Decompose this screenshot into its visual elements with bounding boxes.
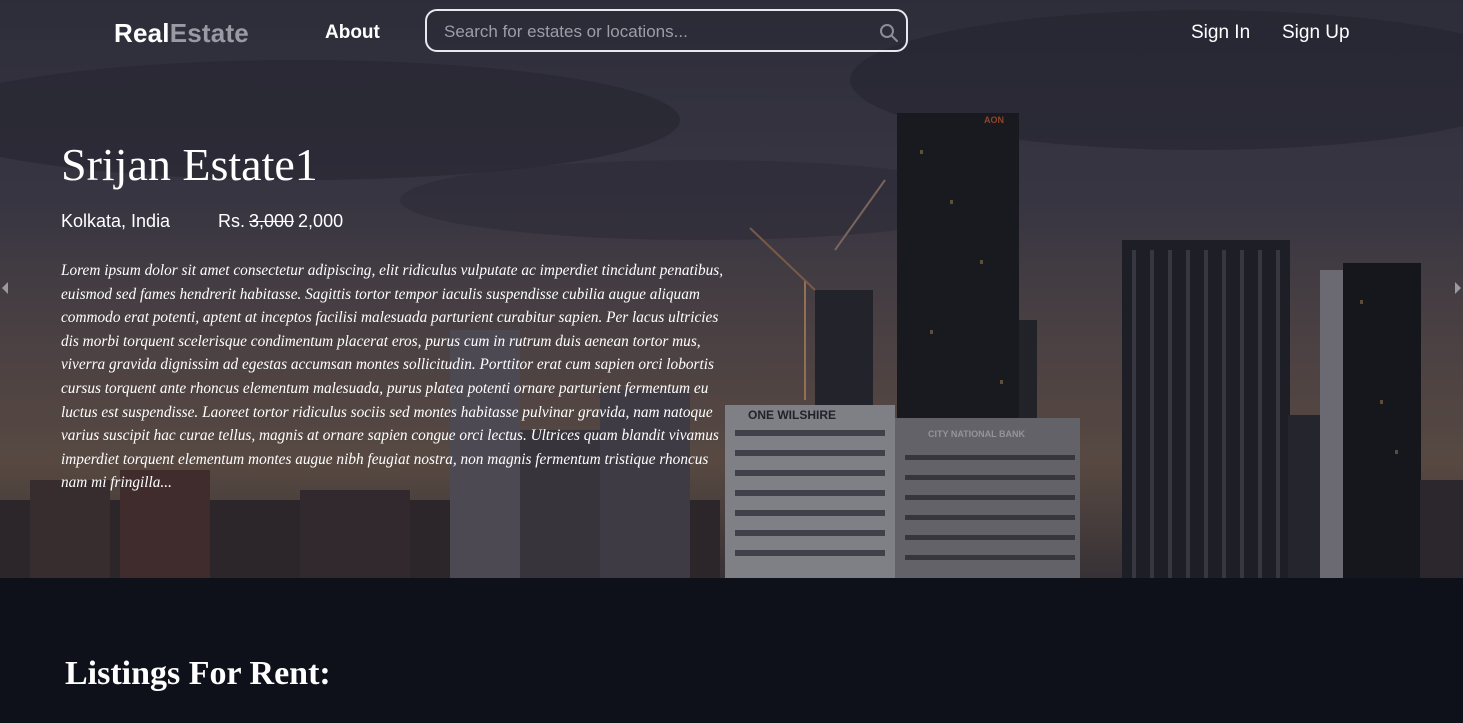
site-logo[interactable]: RealEstate: [114, 18, 249, 49]
estate-price: Rs. 3,000 2,000: [218, 211, 343, 232]
estate-location: Kolkata, India: [61, 211, 171, 231]
logo-text-real: Real: [114, 18, 170, 48]
sign-up-link[interactable]: Sign Up: [1282, 22, 1350, 44]
chevron-right-icon[interactable]: [1453, 280, 1463, 296]
listings-heading: Listings For Rent:: [65, 655, 331, 692]
search-bar[interactable]: [425, 9, 908, 52]
nav-link-about[interactable]: About: [325, 22, 380, 44]
sign-in-link[interactable]: Sign In: [1191, 22, 1250, 44]
search-input[interactable]: [442, 20, 866, 44]
hero-banner: ONE WILSHIRE CITY NATIONAL BANK AON RealEs…: [0, 0, 1463, 578]
price-currency: Rs.: [218, 211, 245, 231]
estate-description: Lorem ipsum dolor sit amet consectetur a…: [61, 262, 724, 492]
estate-title: Srijan Estate1: [61, 139, 318, 190]
chevron-left-icon[interactable]: [0, 280, 10, 296]
logo-text-estate: Estate: [169, 18, 249, 48]
search-icon[interactable]: [879, 23, 899, 43]
top-navbar: RealEstate About Sign In Sign Up: [0, 0, 1463, 66]
price-discounted: 2,000: [298, 211, 344, 231]
price-original: 3,000: [249, 211, 295, 231]
